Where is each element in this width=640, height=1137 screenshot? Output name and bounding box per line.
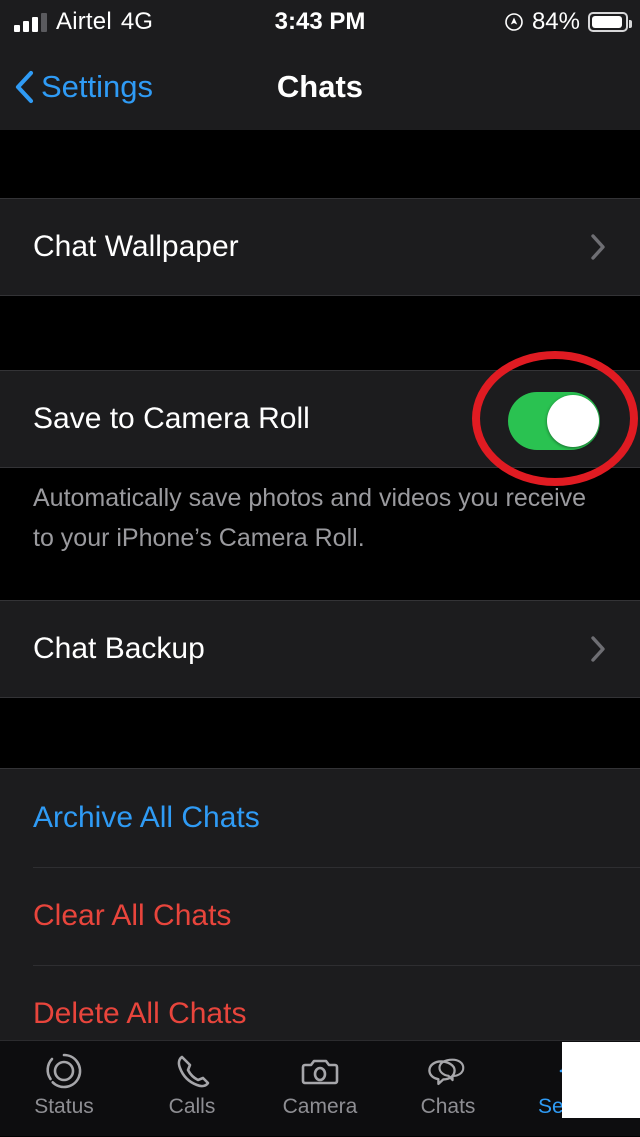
row-chat-wallpaper-label: Chat Wallpaper xyxy=(33,230,239,263)
row-chat-backup-label: Chat Backup xyxy=(33,632,205,665)
camera-icon xyxy=(297,1049,343,1093)
tab-calls-label: Calls xyxy=(168,1095,216,1118)
clear-all-chats-button[interactable]: Clear All Chats xyxy=(0,867,640,965)
battery-percent: 84% xyxy=(531,8,580,35)
tab-status[interactable]: Status xyxy=(0,1041,128,1137)
clear-all-chats-label: Clear All Chats xyxy=(33,899,232,932)
page-title: Chats xyxy=(276,69,364,104)
wallpaper-section: Chat Wallpaper xyxy=(0,198,640,296)
navigation-bar: Settings Chats xyxy=(0,44,640,130)
delete-all-chats-label: Delete All Chats xyxy=(33,997,247,1030)
location-arrow-icon xyxy=(504,12,524,32)
white-overlay-artifact xyxy=(562,1042,640,1118)
actions-section: Archive All Chats Clear All Chats Delete… xyxy=(0,768,640,1063)
status-bar-right: 84% xyxy=(504,0,632,44)
archive-all-chats-label: Archive All Chats xyxy=(33,801,260,834)
tab-camera-label: Camera xyxy=(282,1095,358,1118)
save-to-camera-roll-toggle[interactable] xyxy=(508,392,600,450)
chevron-right-icon xyxy=(590,233,606,261)
archive-all-chats-button[interactable]: Archive All Chats xyxy=(0,769,640,867)
tab-status-label: Status xyxy=(34,1095,94,1118)
status-rings-icon xyxy=(41,1049,87,1093)
tab-calls[interactable]: Calls xyxy=(128,1041,256,1137)
tab-bar: Status Calls Camera Chats xyxy=(0,1040,640,1136)
tab-chats[interactable]: Chats xyxy=(384,1041,512,1137)
save-media-footer-text: Automatically save photos and videos you… xyxy=(0,468,640,558)
status-bar: Airtel 4G 3:43 PM 84% xyxy=(0,0,640,44)
row-chat-backup[interactable]: Chat Backup xyxy=(0,601,640,697)
phone-icon xyxy=(169,1049,215,1093)
backup-section: Chat Backup xyxy=(0,600,640,698)
chevron-right-icon xyxy=(590,635,606,663)
toggle-knob xyxy=(547,395,599,447)
phone-screen: Airtel 4G 3:43 PM 84% Settings Chats Cha… xyxy=(0,0,640,1136)
tab-chats-label: Chats xyxy=(420,1095,476,1118)
chat-bubbles-icon xyxy=(425,1049,471,1093)
row-chat-wallpaper[interactable]: Chat Wallpaper xyxy=(0,199,640,295)
battery-icon xyxy=(588,12,632,32)
tab-camera[interactable]: Camera xyxy=(256,1041,384,1137)
